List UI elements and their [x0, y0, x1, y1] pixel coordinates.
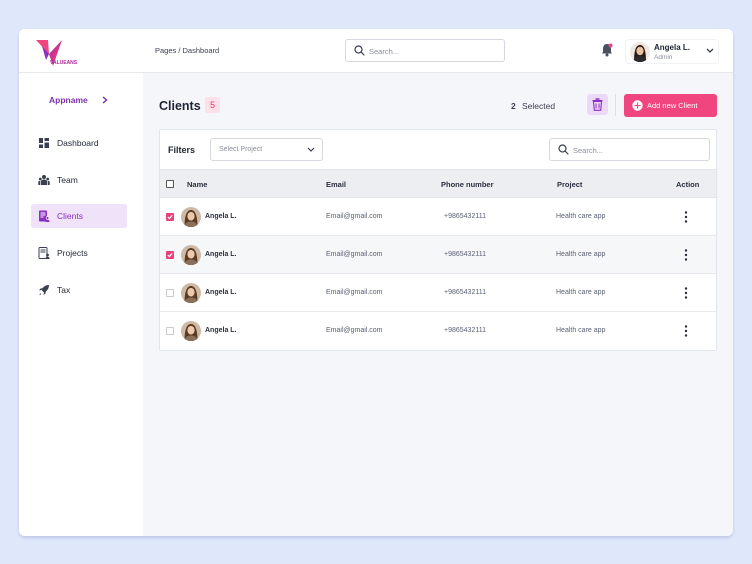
client-name: Angela L.: [205, 251, 237, 258]
column-header-phone[interactable]: Phone number: [441, 180, 494, 189]
svg-text:VALUEANS: VALUEANS: [50, 60, 78, 66]
table-row[interactable]: Angela L. Email@gmail.com +9865432111 He…: [160, 312, 716, 350]
selected-label: Selected: [522, 101, 556, 111]
chevron-down-icon: [706, 48, 714, 53]
project-select[interactable]: Select Project: [210, 138, 323, 161]
checkmark-icon: [167, 214, 173, 220]
client-project: Health care app: [556, 251, 606, 258]
chevron-down-icon: [307, 147, 315, 152]
main-content: Clients 5 2 Selected Add new Client Filt…: [143, 73, 733, 536]
search-icon: [354, 45, 365, 56]
row-checkbox-checked[interactable]: [166, 213, 174, 221]
table-row[interactable]: Angela L. Email@gmail.com +9865432111 He…: [160, 198, 716, 236]
delete-selected-button[interactable]: [587, 94, 608, 115]
client-name: Angela L.: [205, 327, 237, 334]
sidebar-item-label: Clients: [57, 211, 83, 221]
selected-count: 2: [511, 101, 516, 111]
column-header-action: Action: [676, 180, 700, 189]
client-email: Email@gmail.com: [326, 251, 383, 258]
sidebar-item-tax[interactable]: Tax: [31, 278, 127, 302]
clients-card: Filters Select Project Name Email Ph: [159, 129, 717, 351]
team-icon: [38, 175, 50, 185]
table-row[interactable]: Angela L. Email@gmail.com +9865432111 He…: [160, 274, 716, 312]
sidebar-item-label: Projects: [57, 248, 88, 258]
row-checkbox[interactable]: [166, 289, 174, 297]
add-new-client-label: Add new Client: [647, 101, 698, 110]
more-vertical-icon[interactable]: [681, 324, 691, 338]
client-phone: +9865432111: [444, 289, 486, 296]
valueans-logo[interactable]: VALUEANS: [36, 40, 80, 68]
top-bar: VALUEANS Pages / Dashboard Angela L. Adm: [19, 29, 733, 73]
client-phone: +9865432111: [444, 251, 486, 258]
sidebar-item-projects[interactable]: Projects: [31, 241, 127, 265]
client-avatar: [181, 207, 201, 227]
client-project: Health care app: [556, 327, 606, 334]
more-vertical-icon[interactable]: [681, 248, 691, 262]
client-name: Angela L.: [205, 289, 237, 296]
table-search[interactable]: [549, 138, 710, 161]
appname-label[interactable]: Appname: [49, 95, 88, 105]
user-role: Admin: [654, 54, 673, 61]
sidebar-item-team[interactable]: Team: [31, 168, 127, 192]
filters-label: Filters: [168, 145, 196, 155]
search-icon: [558, 144, 569, 155]
breadcrumb: Pages / Dashboard: [155, 46, 220, 55]
trash-icon: [592, 98, 603, 111]
toolbar-divider: [615, 94, 616, 116]
project-select-placeholder: Select Project: [219, 146, 263, 153]
page-title: Clients: [159, 99, 201, 113]
clients-icon: [39, 210, 50, 222]
sidebar-item-label: Tax: [57, 285, 71, 295]
table-row[interactable]: Angela L. Email@gmail.com +9865432111 He…: [160, 236, 716, 274]
client-phone: +9865432111: [444, 327, 486, 334]
client-phone: +9865432111: [444, 213, 486, 220]
client-email: Email@gmail.com: [326, 327, 383, 334]
column-header-name[interactable]: Name: [187, 180, 207, 189]
table-search-input[interactable]: [573, 143, 703, 157]
client-avatar: [181, 321, 201, 341]
sidebar-item-clients[interactable]: Clients: [31, 204, 127, 228]
client-project: Health care app: [556, 289, 606, 296]
sidebar-item-dashboard[interactable]: Dashboard: [31, 131, 127, 155]
table-header: Name Email Phone number Project Action: [160, 169, 716, 198]
column-header-email[interactable]: Email: [326, 180, 346, 189]
header-search[interactable]: [345, 39, 505, 62]
client-count-badge: 5: [205, 97, 220, 113]
header-search-input[interactable]: [369, 44, 497, 58]
select-all-checkbox[interactable]: [166, 180, 174, 188]
client-project: Health care app: [556, 213, 606, 220]
more-vertical-icon[interactable]: [681, 210, 691, 224]
app-window: VALUEANS Pages / Dashboard Angela L. Adm: [19, 29, 733, 536]
projects-icon: [38, 247, 50, 259]
chevron-right-icon[interactable]: [102, 96, 108, 104]
more-vertical-icon[interactable]: [681, 286, 691, 300]
user-name: Angela L.: [654, 43, 691, 52]
column-header-project[interactable]: Project: [557, 180, 582, 189]
dashboard-icon: [39, 138, 49, 148]
add-new-client-button[interactable]: Add new Client: [624, 94, 717, 117]
client-email: Email@gmail.com: [326, 213, 383, 220]
plus-circle-icon: [632, 100, 643, 111]
checkmark-icon: [167, 252, 173, 258]
sidebar: Appname Dashboard Team Clients Projects …: [19, 73, 143, 536]
client-avatar: [181, 245, 201, 265]
notification-bell-icon[interactable]: [601, 43, 613, 57]
user-menu[interactable]: Angela L. Admin: [625, 39, 719, 64]
row-checkbox-checked[interactable]: [166, 251, 174, 259]
client-avatar: [181, 283, 201, 303]
row-checkbox[interactable]: [166, 327, 174, 335]
sidebar-item-label: Team: [57, 175, 78, 185]
client-name: Angela L.: [205, 213, 237, 220]
rocket-icon: [39, 285, 49, 295]
client-email: Email@gmail.com: [326, 289, 383, 296]
user-avatar: [630, 42, 650, 62]
sidebar-item-label: Dashboard: [57, 138, 99, 148]
